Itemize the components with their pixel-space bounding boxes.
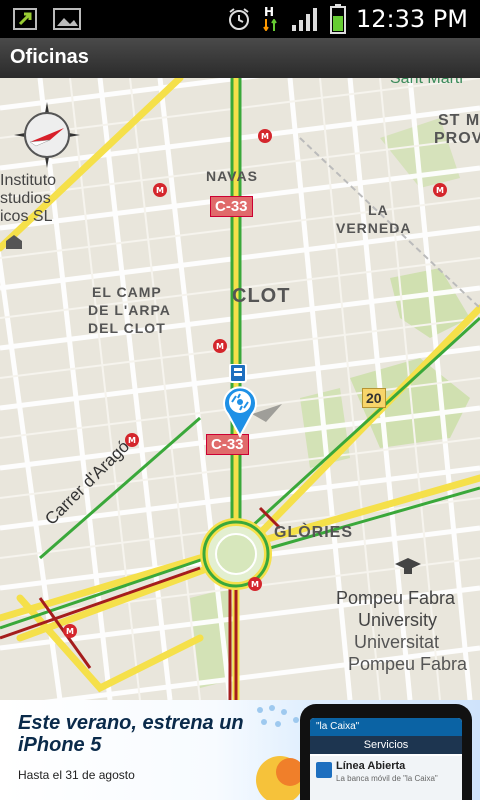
road-badge-c33-top: C-33 <box>210 196 253 217</box>
map-label-glories: GLÒRIES <box>274 524 354 541</box>
map-label-verneda: VERNEDA <box>336 220 412 236</box>
map-label-de-larpa: DE L'ARPA <box>88 302 171 318</box>
ad-headline: Este verano, estrena un iPhone 5 <box>18 712 244 756</box>
svg-text:M: M <box>216 342 224 351</box>
network-type-icon: H <box>262 5 280 33</box>
ad-phone-image: "la Caixa" Servicios Línea Abierta La ba… <box>300 704 472 800</box>
map-label-instituto-2: studios <box>0 190 51 207</box>
map-label-la: LA <box>368 202 389 218</box>
svg-text:M: M <box>128 436 136 445</box>
ad-banner[interactable]: Este verano, estrena un iPhone 5 Hasta e… <box>0 700 480 800</box>
status-time: 12:33 PM <box>356 5 468 33</box>
svg-text:M: M <box>251 580 259 589</box>
ad-phone-bar: Servicios <box>310 736 462 754</box>
map-label-instituto-1: Instituto <box>0 172 57 189</box>
ad-subline: Hasta el 31 de agosto <box>18 768 135 782</box>
svg-text:M: M <box>436 186 444 195</box>
svg-text:M: M <box>156 186 164 195</box>
network-type-label: H <box>264 5 275 19</box>
map-label-universitat: Universitat <box>354 632 440 652</box>
ad-phone-screen: "la Caixa" Servicios Línea Abierta La ba… <box>310 718 462 800</box>
download-notification-icon <box>13 8 37 30</box>
alarm-icon <box>229 8 250 30</box>
app-title-bar: Oficinas <box>0 38 480 79</box>
map-view[interactable]: M M M M M M M Sant Marti ST M PROV NAVAS LA V… <box>0 78 480 700</box>
ad-phone-row: Línea Abierta La banca móvil de "la Caix… <box>310 756 462 800</box>
map-label-pompeu-fabra-2: Pompeu Fabra <box>348 654 468 674</box>
status-right-icons: H 12:33 PM <box>226 4 468 34</box>
compass-button[interactable] <box>12 100 82 170</box>
map-label-instituto-3: icos SL <box>0 208 53 225</box>
map-label-del-clot: DEL CLOT <box>88 320 166 336</box>
map-label-navas: NAVAS <box>206 168 258 184</box>
battery-icon <box>330 4 347 34</box>
ad-phone-item-desc: La banca móvil de "la Caixa" <box>336 774 438 783</box>
road-badge-20: 20 <box>362 388 386 408</box>
ad-phone-brand: "la Caixa" <box>310 718 462 736</box>
map-label-el-camp: EL CAMP <box>92 284 162 300</box>
map-label-university: University <box>358 610 438 630</box>
app-icon <box>316 762 332 778</box>
signal-strength-icon <box>292 8 318 31</box>
svg-text:M: M <box>66 627 74 636</box>
map-label-st-m: ST M <box>438 112 480 129</box>
status-left-icons <box>12 6 82 32</box>
bank-office-pin-icon[interactable] <box>222 364 282 444</box>
map-label-pompeu-fabra: Pompeu Fabra <box>336 588 456 608</box>
ad-phone-item-title: Línea Abierta <box>336 760 406 772</box>
map-label-prov: PROV <box>434 130 480 147</box>
map-label-clot: CLOT <box>232 285 291 307</box>
status-bar: H 12:33 PM <box>0 0 480 38</box>
compass-icon <box>14 102 80 168</box>
gallery-notification-icon <box>53 8 81 30</box>
map-label-sant-marti: Sant Marti <box>390 78 463 87</box>
svg-text:M: M <box>261 132 269 141</box>
page-title: Oficinas <box>10 46 89 68</box>
